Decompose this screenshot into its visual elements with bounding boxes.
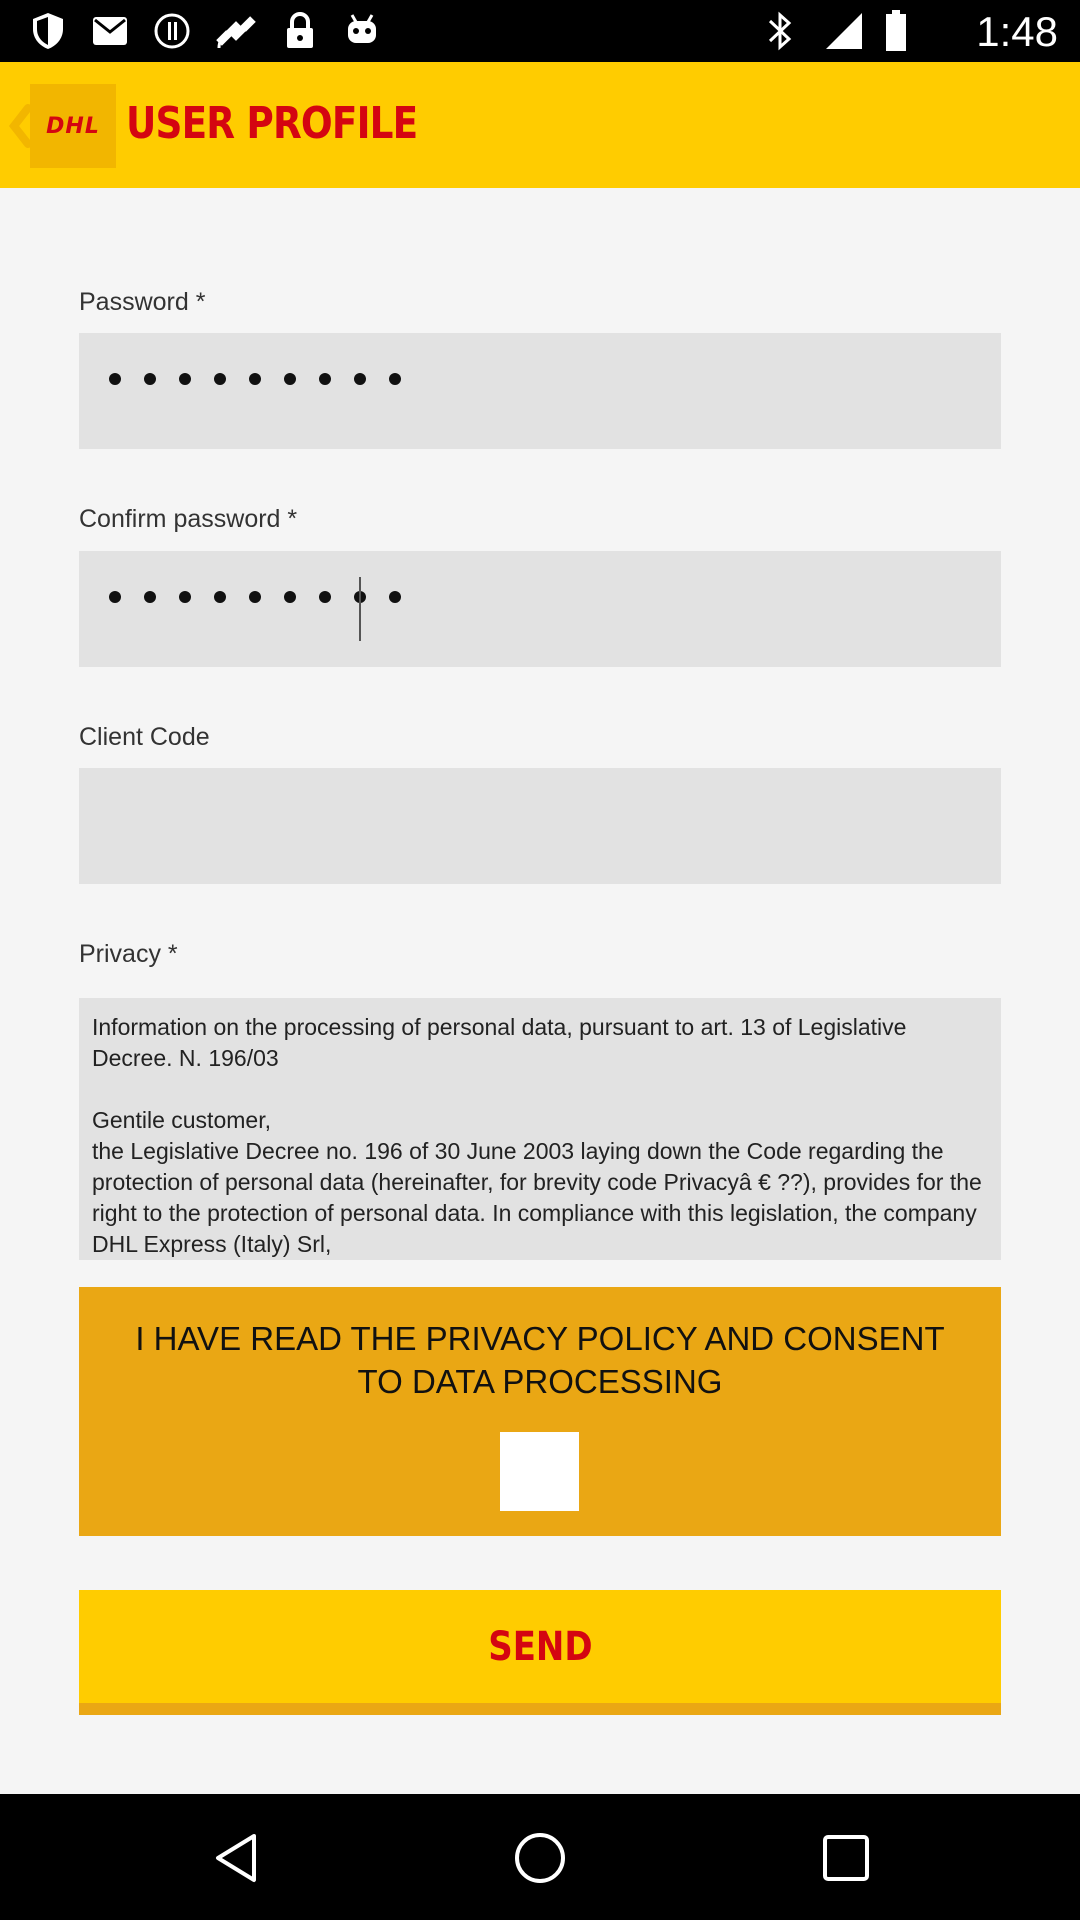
client-code-label: Client Code <box>79 723 210 751</box>
app-bar: DHL USER PROFILE <box>0 62 1080 188</box>
page-title: USER PROFILE <box>126 98 418 149</box>
client-code-field[interactable] <box>79 768 1001 884</box>
recents-nav-icon[interactable] <box>818 1830 874 1886</box>
confirm-password-label: Confirm password * <box>79 505 298 533</box>
status-bar: 1:48 <box>0 0 1080 62</box>
privacy-text-area[interactable]: Information on the processing of persona… <box>79 998 1001 1260</box>
android-icon <box>342 10 382 52</box>
password-dot <box>179 591 191 603</box>
signal-icon <box>822 10 866 52</box>
dhl-logo-text: DHL <box>46 113 100 139</box>
password-dot <box>319 373 331 385</box>
password-dot <box>144 591 156 603</box>
text-caret <box>359 577 361 641</box>
password-dot <box>284 373 296 385</box>
password-dot <box>144 373 156 385</box>
shield-icon <box>28 10 68 52</box>
consent-checkbox[interactable] <box>500 1432 579 1511</box>
navigation-bar <box>0 1794 1080 1920</box>
back-nav-icon[interactable] <box>208 1830 264 1886</box>
consent-panel: I HAVE READ THE PRIVACY POLICY AND CONSE… <box>79 1287 1001 1536</box>
password-dot <box>354 373 366 385</box>
password-dot <box>284 591 296 603</box>
consent-text: I HAVE READ THE PRIVACY POLICY AND CONSE… <box>135 1320 945 1400</box>
info-icon <box>152 10 192 52</box>
battery-icon <box>882 10 910 52</box>
password-dot <box>214 373 226 385</box>
lock-icon <box>282 10 318 52</box>
password-mask <box>109 373 424 385</box>
privacy-text: Information on the processing of persona… <box>92 1014 982 1257</box>
password-label: Password * <box>79 288 206 316</box>
home-nav-icon[interactable] <box>512 1830 568 1886</box>
password-dot <box>179 373 191 385</box>
password-dot <box>249 591 261 603</box>
confirm-password-field[interactable] <box>79 551 1001 667</box>
password-dot <box>214 591 226 603</box>
password-dot <box>249 373 261 385</box>
send-button[interactable]: SEND <box>79 1590 1001 1715</box>
mail-icon <box>90 10 130 52</box>
bluetooth-icon <box>762 10 798 52</box>
dhl-logo[interactable]: DHL <box>30 84 116 168</box>
password-dot <box>389 591 401 603</box>
confirm-password-mask <box>109 591 424 603</box>
password-field[interactable] <box>79 333 1001 449</box>
password-dot <box>109 591 121 603</box>
send-label: SEND <box>487 1623 593 1670</box>
password-dot <box>319 591 331 603</box>
status-time: 1:48 <box>976 8 1058 55</box>
fake-gps-icon <box>212 10 260 52</box>
password-dot <box>389 373 401 385</box>
privacy-label: Privacy * <box>79 940 178 968</box>
password-dot <box>109 373 121 385</box>
